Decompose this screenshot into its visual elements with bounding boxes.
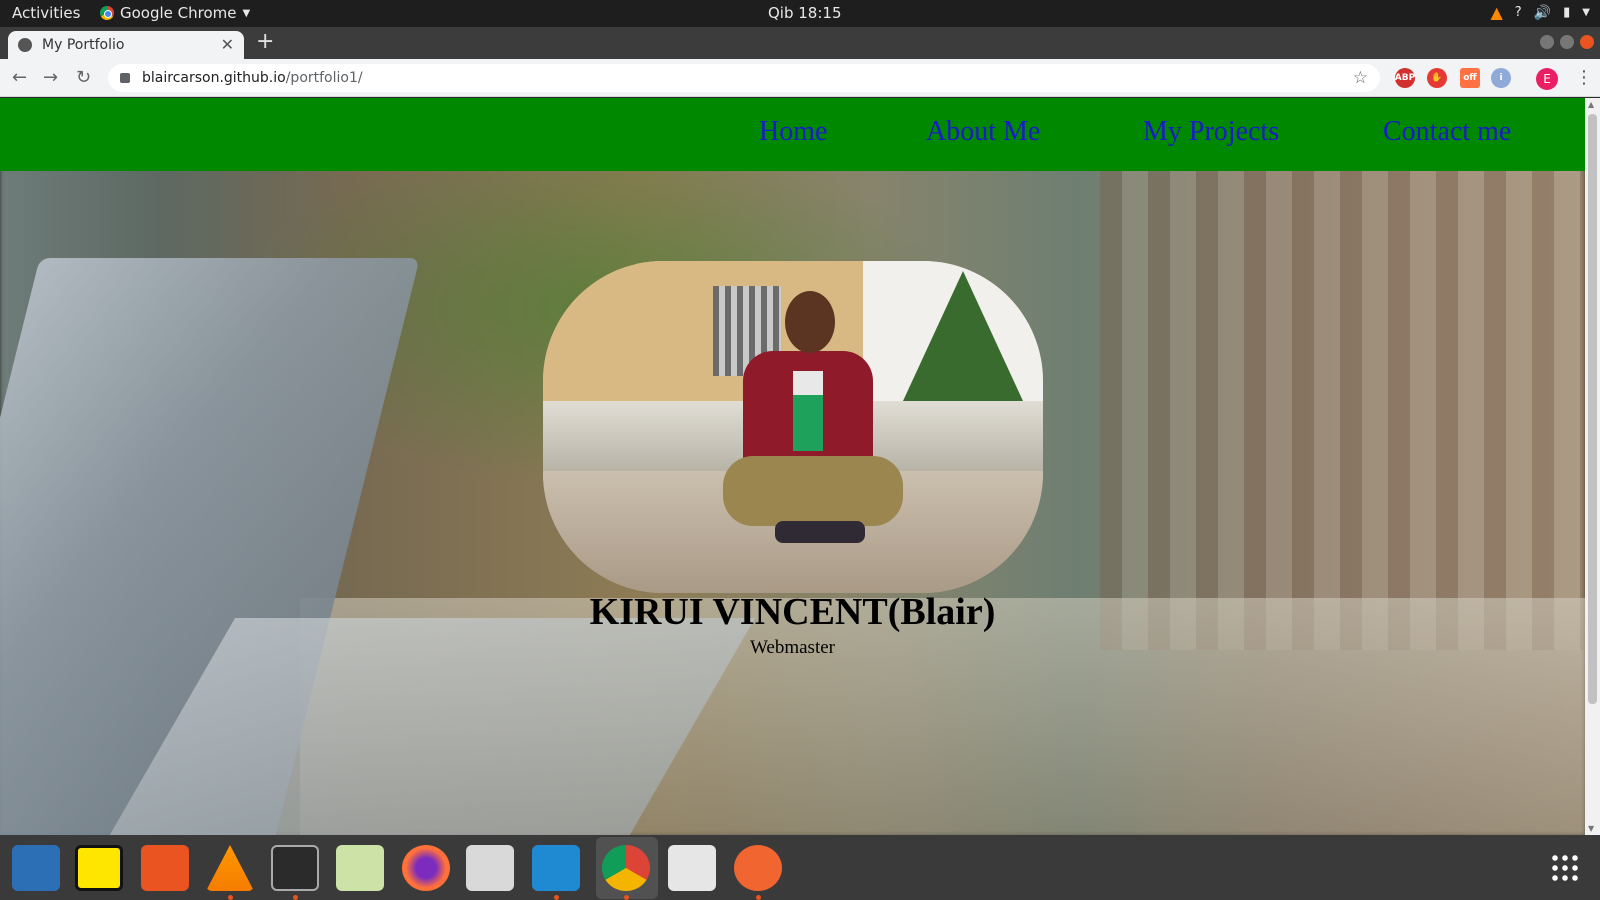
photo-person-shoes [775, 521, 865, 543]
terminal-icon[interactable] [271, 845, 319, 891]
show-applications-icon[interactable] [1550, 853, 1580, 883]
browser-toolbar: ← → ↻ blaircarson.github.io /portfolio1/… [0, 59, 1600, 97]
chrome-menu-icon[interactable]: ⋮ [1575, 67, 1593, 88]
maximize-button[interactable] [1560, 35, 1574, 49]
extension-info-icon[interactable]: i [1491, 68, 1511, 88]
vlc-icon[interactable] [206, 845, 254, 891]
url-path: /portfolio1/ [285, 70, 363, 86]
bookmark-star-icon[interactable]: ☆ [1353, 68, 1368, 88]
profile-name: KIRUI VINCENT(Blair) [589, 591, 996, 633]
vlc-tray-icon[interactable]: ▲ [1490, 3, 1502, 22]
reload-icon[interactable]: ↻ [76, 67, 91, 88]
vscode-icon[interactable] [532, 845, 580, 891]
forward-icon[interactable]: → [43, 67, 58, 88]
volume-icon[interactable]: 🔊 [1534, 5, 1551, 21]
files-icon[interactable] [466, 845, 514, 891]
site-navbar: Home About Me My Projects Contact me [0, 98, 1585, 171]
ubuntu-dock [0, 835, 1600, 900]
inkscape-icon[interactable] [734, 845, 782, 891]
photo-person-head [785, 291, 835, 353]
scroll-down-icon[interactable]: ▼ [1588, 824, 1594, 833]
window-controls [1540, 35, 1594, 49]
tab-title: My Portfolio [42, 37, 125, 53]
activities-button[interactable]: Activities [12, 4, 80, 22]
calendar-off-icon[interactable]: off [1460, 68, 1480, 88]
globe-icon [18, 38, 32, 52]
nav-about-link[interactable]: About Me [926, 116, 1040, 148]
page-scrollbar[interactable]: ▲ ▼ [1585, 98, 1600, 835]
battery-icon[interactable]: ▮ [1563, 5, 1570, 20]
photo-person-shirt [793, 371, 823, 451]
back-icon[interactable]: ← [12, 67, 27, 88]
chrome-icon [100, 6, 114, 20]
app-menu-label: Google Chrome [120, 4, 237, 22]
help-icon[interactable]: ? [1515, 5, 1522, 20]
firefox-icon[interactable] [402, 845, 450, 891]
new-tab-button[interactable]: + [256, 31, 274, 53]
profile-photo [543, 261, 1043, 593]
scrollbar-thumb[interactable] [1588, 114, 1597, 704]
libreoffice-writer-icon[interactable] [12, 845, 60, 891]
nav-projects-link[interactable]: My Projects [1143, 116, 1279, 148]
text-editor-icon[interactable] [336, 845, 384, 891]
image-viewer-icon[interactable] [668, 845, 716, 891]
close-window-button[interactable] [1580, 35, 1594, 49]
nav-contact-link[interactable]: Contact me [1383, 116, 1511, 148]
system-top-bar: Activities Google Chrome ▼ Qib 18:15 ▲ ?… [0, 0, 1600, 27]
adblock-icon[interactable]: ✋ [1427, 68, 1447, 88]
chevron-down-icon[interactable]: ▼ [1582, 7, 1590, 18]
clock[interactable]: Qib 18:15 [768, 4, 842, 22]
scroll-up-icon[interactable]: ▲ [1588, 100, 1594, 109]
lock-icon[interactable] [120, 73, 130, 83]
running-indicator [293, 895, 298, 900]
running-indicator [228, 895, 233, 900]
profile-avatar[interactable]: E [1536, 68, 1558, 90]
tab-my-portfolio[interactable]: My Portfolio ✕ [8, 31, 244, 59]
software-center-icon[interactable] [141, 845, 189, 891]
background-curtain [1100, 170, 1585, 650]
minimize-button[interactable] [1540, 35, 1554, 49]
running-indicator [624, 895, 629, 900]
running-indicator [756, 895, 761, 900]
system-tray[interactable]: ▲ ? 🔊 ▮ ▼ [1490, 3, 1590, 22]
nav-home-link[interactable]: Home [759, 116, 827, 148]
adblock-plus-icon[interactable]: ABP [1395, 68, 1415, 88]
chevron-down-icon: ▼ [242, 7, 251, 19]
notes-icon[interactable] [75, 845, 123, 891]
running-indicator [554, 895, 559, 900]
address-bar[interactable]: blaircarson.github.io /portfolio1/ ☆ [108, 64, 1380, 92]
photo-person-legs [723, 456, 903, 526]
page-viewport: Home About Me My Projects Contact me KIR… [0, 98, 1585, 835]
app-menu[interactable]: Google Chrome ▼ [100, 4, 250, 22]
close-tab-icon[interactable]: ✕ [221, 35, 234, 54]
url-host: blaircarson.github.io [142, 70, 286, 86]
profile-role: Webmaster [750, 637, 835, 658]
tab-strip: My Portfolio ✕ + [0, 27, 1600, 59]
chrome-icon[interactable] [602, 845, 650, 891]
